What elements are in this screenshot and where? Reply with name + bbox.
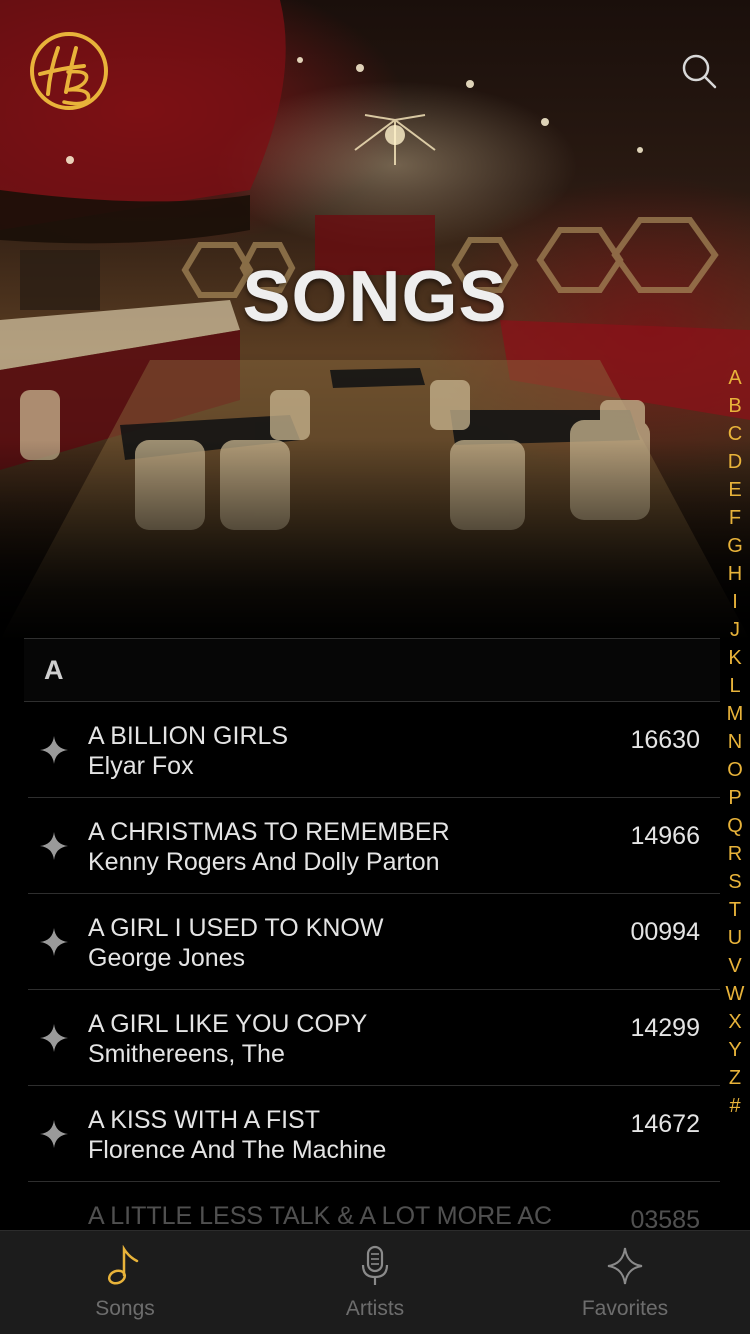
tab-label: Artists <box>345 1297 405 1320</box>
tab-artists[interactable]: Artists <box>250 1231 500 1334</box>
microphone-icon <box>361 1245 389 1285</box>
song-number: 14966 <box>630 822 700 850</box>
hero-banner: SONGS <box>0 0 750 640</box>
alphabet-index-letter[interactable]: Y <box>720 1036 750 1064</box>
alphabet-index-letter[interactable]: N <box>720 728 750 756</box>
favorite-star-icon[interactable] <box>40 1024 68 1052</box>
favorite-star-icon[interactable] <box>40 832 68 860</box>
song-number: 00994 <box>630 918 700 946</box>
hero-fade <box>0 440 750 640</box>
tab-bar: Songs Artists Favorites <box>0 1230 750 1334</box>
favorite-star-icon[interactable] <box>40 736 68 764</box>
song-row[interactable]: A CHRISTMAS TO REMEMBER Kenny Rogers And… <box>28 798 720 894</box>
song-number: 14672 <box>630 1110 700 1138</box>
hb-logo[interactable] <box>28 30 110 112</box>
alphabet-index-letter[interactable]: I <box>720 588 750 616</box>
alphabet-index-letter[interactable]: A <box>720 364 750 392</box>
hb-logo-icon <box>30 32 108 110</box>
alphabet-index-letter[interactable]: B <box>720 392 750 420</box>
alphabet-index-letter[interactable]: S <box>720 868 750 896</box>
song-number: 14299 <box>630 1014 700 1042</box>
tab-songs[interactable]: Songs <box>0 1231 250 1334</box>
alphabet-index-letter[interactable]: D <box>720 448 750 476</box>
tab-favorites[interactable]: Favorites <box>500 1231 750 1334</box>
song-artist: George Jones <box>88 944 246 972</box>
alphabet-index-letter[interactable]: G <box>720 532 750 560</box>
music-note-icon <box>107 1245 139 1285</box>
alphabet-index-letter[interactable]: H <box>720 560 750 588</box>
song-artist: Kenny Rogers And Dolly Parton <box>88 848 440 876</box>
song-title: A GIRL LIKE YOU COPY <box>88 1010 368 1038</box>
alphabet-index-letter[interactable]: J <box>720 616 750 644</box>
alphabet-index-letter[interactable]: W <box>720 980 750 1008</box>
song-artist: Elyar Fox <box>88 752 194 780</box>
alphabet-index-letter[interactable]: Z <box>720 1064 750 1092</box>
section-header: A <box>24 638 720 702</box>
alphabet-index-letter[interactable]: T <box>720 896 750 924</box>
alphabet-index-letter[interactable]: X <box>720 1008 750 1036</box>
alphabet-index-letter[interactable]: F <box>720 504 750 532</box>
song-title: A BILLION GIRLS <box>88 722 289 750</box>
song-title: A GIRL I USED TO KNOW <box>88 914 384 942</box>
favorite-star-icon[interactable] <box>40 1120 68 1148</box>
tab-label: Songs <box>95 1297 155 1320</box>
song-row[interactable]: A GIRL I USED TO KNOW George Jones 00994 <box>28 894 720 990</box>
alphabet-index-letter[interactable]: U <box>720 924 750 952</box>
favorite-star-icon[interactable] <box>40 928 68 956</box>
alphabet-index-letter[interactable]: E <box>720 476 750 504</box>
alphabet-index-letter[interactable]: K <box>720 644 750 672</box>
song-artist: Smithereens, The <box>88 1040 285 1068</box>
alphabet-index-letter[interactable]: R <box>720 840 750 868</box>
page-title: SONGS <box>242 257 508 337</box>
song-artist: Florence And The Machine <box>88 1136 387 1164</box>
alphabet-index-letter[interactable]: # <box>720 1092 750 1120</box>
search-button[interactable] <box>680 52 718 90</box>
alphabet-index-letter[interactable]: V <box>720 952 750 980</box>
alphabet-index-letter[interactable]: C <box>720 420 750 448</box>
song-row[interactable]: A GIRL LIKE YOU COPY Smithereens, The 14… <box>28 990 720 1086</box>
star-icon <box>607 1247 643 1285</box>
song-row[interactable]: A BILLION GIRLS Elyar Fox 16630 <box>28 702 720 798</box>
tab-label: Favorites <box>581 1297 669 1320</box>
song-title: A LITTLE LESS TALK & A LOT MORE AC <box>88 1202 553 1230</box>
song-row[interactable]: A KISS WITH A FIST Florence And The Mach… <box>28 1086 720 1182</box>
alphabet-index[interactable]: A B C D E F G H I J K L M N O P Q R S T U V W X Y Z # <box>720 364 750 1120</box>
alphabet-index-letter[interactable]: L <box>720 672 750 700</box>
alphabet-index-letter[interactable]: P <box>720 784 750 812</box>
songs-list[interactable]: A A BILLION GIRLS Elyar Fox 16630 A CHRI… <box>24 638 720 1278</box>
search-icon <box>682 54 717 89</box>
alphabet-index-letter[interactable]: Q <box>720 812 750 840</box>
alphabet-index-letter[interactable]: O <box>720 756 750 784</box>
alphabet-index-letter[interactable]: M <box>720 700 750 728</box>
song-title: A KISS WITH A FIST <box>88 1106 320 1134</box>
song-title: A CHRISTMAS TO REMEMBER <box>88 818 450 846</box>
song-number: 16630 <box>630 726 700 754</box>
